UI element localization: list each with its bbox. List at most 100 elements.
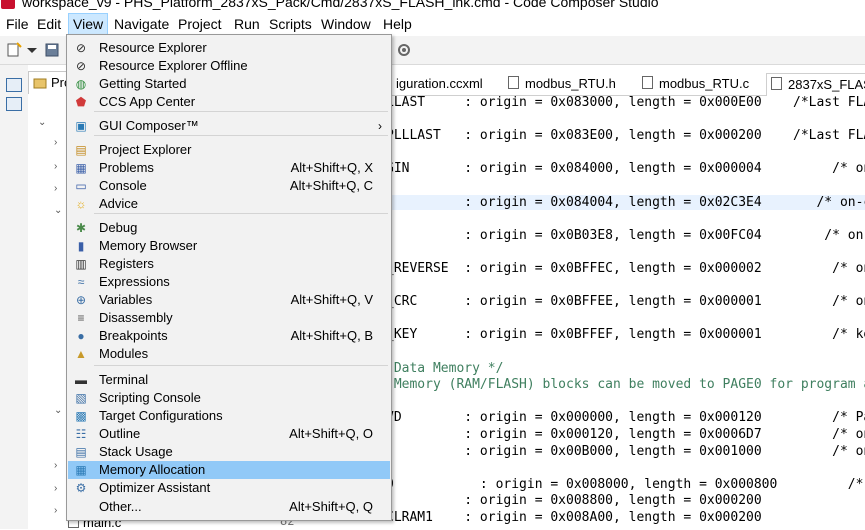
menu-item-variables[interactable]: ⊕ Variables Alt+Shift+Q, V — [68, 291, 390, 309]
menu-item-advice[interactable]: ☼ Advice — [68, 195, 390, 213]
expand-arrow-icon[interactable]: › — [54, 483, 57, 494]
menu-separator — [94, 135, 388, 136]
cmd-file-icon — [771, 77, 782, 90]
window-title: workspace_v9 - PHS_Platform_2837xS_Pack/… — [22, 0, 659, 10]
collapse-arrow-icon[interactable]: ⌄ — [38, 117, 46, 128]
code-line: PLLLAST : origin = 0x083E00, length = 0x… — [386, 128, 865, 144]
menu-item-shortcut: Alt+Shift+Q, V — [290, 292, 373, 307]
menu-item-resource-explorer[interactable]: ⊘ Resource Explorer — [68, 39, 390, 57]
menu-view[interactable]: View — [68, 13, 109, 35]
menu-item-other[interactable]: Other... Alt+Shift+Q, Q — [68, 498, 390, 516]
menu-navigate[interactable]: Navigate — [110, 14, 173, 34]
menu-item-console[interactable]: ▭ Console Alt+Shift+Q, C — [68, 177, 390, 195]
menu-item-expressions[interactable]: ≈ Expressions — [68, 273, 390, 291]
code-line: : origin = 0x008800, length = 0x000200 — [386, 493, 762, 509]
menu-run[interactable]: Run — [230, 14, 264, 34]
folder-tree-icon: ▤ — [75, 143, 87, 157]
menu-window[interactable]: Window — [317, 14, 375, 34]
menu-item-project-explorer[interactable]: ▤ Project Explorer — [68, 141, 390, 159]
menu-item-shortcut: Alt+Shift+Q, O — [289, 426, 373, 441]
expand-arrow-icon[interactable]: › — [54, 505, 57, 516]
code-line: : origin = 0x00B000, length = 0x001000 /… — [386, 443, 865, 459]
menu-item-outline[interactable]: ☷ Outline Alt+Shift+Q, O — [68, 425, 390, 443]
menu-item-label: GUI Composer™ — [99, 118, 199, 133]
save-icon[interactable] — [44, 42, 60, 58]
h-file-icon — [508, 76, 519, 89]
editor-tab-linker-cmd[interactable]: 2837xS_FLAS — [766, 73, 865, 96]
menu-item-resource-explorer-offline[interactable]: ⊘ Resource Explorer Offline — [68, 57, 390, 75]
menu-item-breakpoints[interactable]: ● Breakpoints Alt+Shift+Q, B — [68, 327, 390, 345]
menu-item-label: Project Explorer — [99, 142, 192, 157]
menu-item-gui-composer[interactable]: ▣ GUI Composer™ › — [68, 117, 390, 135]
menu-item-label: Console — [99, 178, 147, 193]
code-line: : origin = 0x0B03E8, length = 0x00FC04 /… — [386, 227, 865, 243]
c-file-icon — [642, 76, 653, 89]
view-icon[interactable] — [6, 97, 22, 111]
menu-item-registers[interactable]: ▥ Registers — [68, 255, 390, 273]
menu-separator — [94, 111, 388, 112]
menu-item-shortcut: Alt+Shift+Q, C — [289, 178, 373, 193]
breakpoints-icon: ● — [77, 329, 85, 343]
menu-item-label: Outline — [99, 426, 141, 441]
code-line: Data Memory */ — [386, 360, 504, 376]
menu-item-label: Scripting Console — [99, 390, 201, 405]
menu-item-label: Breakpoints — [99, 328, 168, 343]
tab-label: modbus_RTU.c — [659, 76, 750, 91]
menu-scripts[interactable]: Scripts — [265, 14, 316, 34]
menu-item-scripting-console[interactable]: ▧ Scripting Console — [68, 389, 390, 407]
console-icon: ▭ — [75, 179, 87, 193]
menu-item-label: Memory Allocation — [99, 462, 206, 477]
menu-item-label: Modules — [99, 346, 149, 361]
editor-tab-modbus-h[interactable]: modbus_RTU.h — [508, 73, 616, 95]
menu-help[interactable]: Help — [379, 14, 416, 34]
dropdown-arrow-icon[interactable] — [24, 42, 40, 58]
code-line: VD : origin = 0x000000, length = 0x00012… — [386, 410, 865, 426]
expand-arrow-icon[interactable]: › — [54, 161, 57, 172]
menu-item-target-configurations[interactable]: ▩ Target Configurations — [68, 407, 390, 425]
collapse-arrow-icon[interactable]: ⌄ — [54, 405, 62, 416]
submenu-arrow-icon: › — [378, 119, 382, 133]
tab-label: modbus_RTU.h — [525, 76, 616, 91]
toolbar-settings-icon[interactable] — [396, 42, 412, 58]
menu-item-optimizer-assistant[interactable]: ⚙ Optimizer Assistant — [68, 479, 390, 497]
menu-item-shortcut: Alt+Shift+Q, B — [290, 328, 373, 343]
menu-item-label: Expressions — [99, 274, 170, 289]
expand-arrow-icon[interactable]: › — [54, 460, 57, 471]
menu-item-label: Terminal — [99, 372, 149, 387]
menu-item-terminal[interactable]: ▬ Terminal — [68, 371, 390, 389]
menu-item-debug[interactable]: ✱ Debug — [68, 219, 390, 237]
menu-item-memory-browser[interactable]: ▮ Memory Browser — [68, 237, 390, 255]
memory-icon: ▮ — [77, 239, 85, 253]
menu-item-ccs-app-center[interactable]: ⬟ CCS App Center — [68, 93, 390, 111]
menu-item-stack-usage[interactable]: ▤ Stack Usage — [68, 443, 390, 461]
editor-tab-modbus-c[interactable]: modbus_RTU.c — [642, 73, 749, 95]
menu-file[interactable]: File — [2, 14, 33, 34]
menu-item-label: Memory Browser — [99, 238, 198, 253]
menu-project[interactable]: Project — [174, 14, 226, 34]
code-line: 0 : origin = 0x008000, length = 0x000800… — [386, 476, 864, 492]
menu-item-modules[interactable]: ▲ Modules — [68, 345, 390, 363]
menu-edit[interactable]: Edit — [33, 14, 65, 34]
menu-item-disassembly[interactable]: ≡ Disassembly — [68, 309, 390, 327]
memory-allocation-icon: ▦ — [75, 463, 87, 477]
menu-item-label: Other... — [99, 499, 142, 514]
menu-item-label: Getting Started — [99, 76, 187, 91]
globe-icon: ◍ — [75, 77, 87, 91]
lightbulb-icon: ☼ — [75, 197, 87, 211]
editor-tab-ccxml[interactable]: iguration.ccxml — [396, 73, 483, 95]
menu-item-problems[interactable]: ▦ Problems Alt+Shift+Q, X — [68, 159, 390, 177]
compass-icon: ⊘ — [75, 41, 87, 55]
view-menu-dropdown: ⊘ Resource Explorer ⊘ Resource Explorer Off… — [66, 34, 392, 521]
menu-bar: File Edit View Navigate Project Run Scri… — [0, 12, 865, 36]
menu-item-label: Resource Explorer Offline — [99, 58, 248, 73]
menu-item-label: Registers — [99, 256, 154, 271]
expand-arrow-icon[interactable]: › — [54, 183, 57, 194]
menu-item-getting-started[interactable]: ◍ Getting Started — [68, 75, 390, 93]
collapse-arrow-icon[interactable]: ⌄ — [54, 205, 62, 216]
code-line: : origin = 0x084004, length = 0x02C3E4 /… — [386, 194, 865, 210]
menu-item-memory-allocation[interactable]: ▦ Memory Allocation — [68, 461, 390, 479]
new-icon[interactable] — [6, 42, 22, 58]
code-line: Memory (RAM/FLASH) blocks can be moved t… — [386, 377, 865, 393]
expand-arrow-icon[interactable]: › — [54, 137, 57, 148]
restore-icon[interactable] — [6, 78, 22, 92]
